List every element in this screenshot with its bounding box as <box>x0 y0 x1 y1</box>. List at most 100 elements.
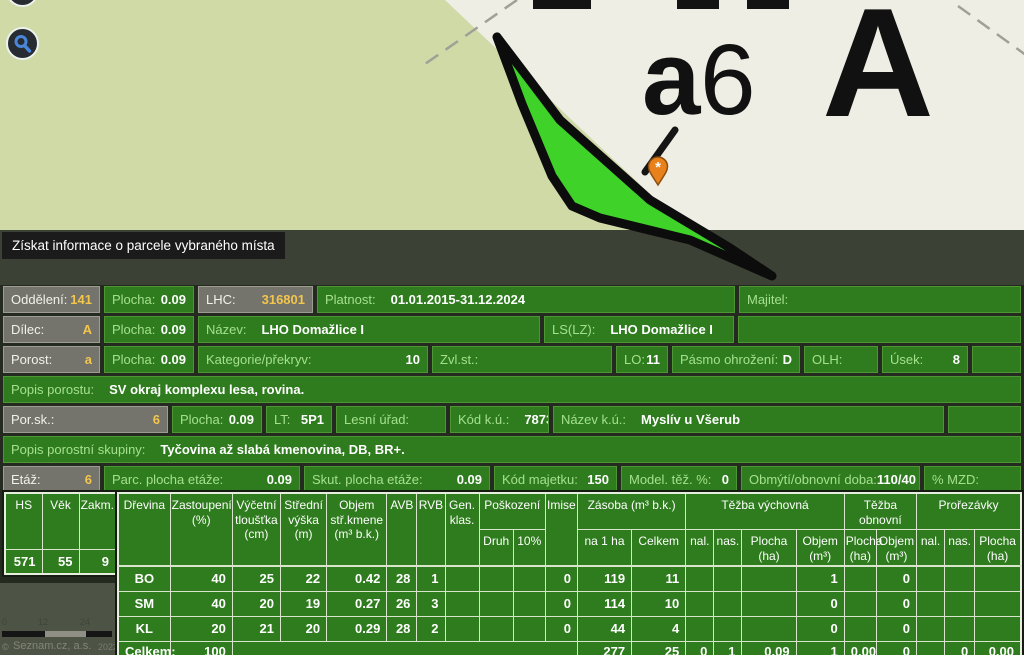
scale-bar-segment <box>45 631 86 637</box>
field-value: 150 <box>587 472 609 487</box>
field-value: 8 <box>953 352 960 367</box>
field-value: 01.01.2015-31.12.2024 <box>391 292 525 307</box>
header-line: nas. <box>715 534 740 549</box>
table-cell: 0 <box>876 591 916 616</box>
table-cell <box>742 591 796 616</box>
field-value: 6 <box>153 412 160 427</box>
field-value: 0 <box>722 472 729 487</box>
header-line: (ha) <box>743 549 794 564</box>
info-cell <box>972 346 1021 373</box>
table-cell <box>714 591 742 616</box>
header-line: nas. <box>946 534 973 549</box>
info-row: Porost:aPlocha:0.09Kategorie/překryv:10Z… <box>3 346 1021 373</box>
info-cell: Platnost: 01.01.2015-31.12.2024 <box>317 286 735 313</box>
table-cell <box>917 566 945 591</box>
info-cell: Obmýtí/obnovní doba:110/40 <box>741 466 920 493</box>
field-value: 5P1 <box>301 412 324 427</box>
info-cell <box>738 316 1021 343</box>
table-cell <box>975 591 1021 616</box>
table-cell: 26 <box>387 591 417 616</box>
column-header: AVB <box>387 493 417 566</box>
table-cell: 0.09 <box>742 641 796 655</box>
header-line: na 1 ha <box>579 534 630 549</box>
column-header: Zastoupení(%) <box>170 493 232 566</box>
info-cell: Plocha:0.09 <box>104 316 194 343</box>
table-row: SM4020190.2726301141000 <box>118 591 1021 616</box>
table-cell <box>844 566 876 591</box>
field-label: Plocha: <box>112 322 155 337</box>
search-icon <box>12 33 34 55</box>
table-cell: 0 <box>545 566 577 591</box>
map-tooltip: Získat informace o parcele vybraného mís… <box>2 232 285 259</box>
field-label: % MZD: <box>932 472 979 487</box>
table-cell: 0 <box>876 641 916 655</box>
table-cell: 1 <box>417 566 445 591</box>
info-cell: Por.sk.: 6 <box>3 406 168 433</box>
info-cell: Majitel: <box>739 286 1021 313</box>
column-header: HS <box>5 493 42 549</box>
field-label: Pásmo ohrožení: <box>680 352 778 367</box>
column-header: Objemstř.kmene(m³ b.k.) <box>327 493 387 566</box>
header-line: klas. <box>447 513 478 528</box>
header-line: nal. <box>918 534 943 549</box>
column-header: Celkem <box>632 530 686 567</box>
info-cell: Lesní úřad: <box>336 406 446 433</box>
field-label: Skut. plocha etáže: <box>312 472 423 487</box>
header-line: (m³) <box>798 549 843 564</box>
header-line: RVB <box>418 498 443 513</box>
field-label: Platnost: <box>325 292 376 307</box>
table-cell: 0.29 <box>327 616 387 641</box>
field-label: Obmýtí/obnovní doba: <box>749 472 877 487</box>
table-cell: 40 <box>170 566 232 591</box>
header-line: Zastoupení <box>172 498 231 513</box>
field-label: Porost: <box>11 352 52 367</box>
field-label: Por.sk.: <box>11 412 54 427</box>
column-header: Imise <box>545 493 577 566</box>
column-header: nas. <box>714 530 742 567</box>
table-cell: 55 <box>42 549 79 574</box>
table-cell <box>232 641 577 655</box>
header-line: Výčetní <box>234 498 279 513</box>
info-row: Popis porostu:SV okraj komplexu lesa, ro… <box>3 376 1021 403</box>
header-line: (m) <box>282 527 325 542</box>
header-line: (m³ b.k.) <box>328 527 385 542</box>
info-cell: Porost: a <box>3 346 100 373</box>
field-value: 10 <box>406 352 420 367</box>
field-label: Parc. plocha etáže: <box>112 472 223 487</box>
header-line: Druh <box>481 534 512 549</box>
header-line: Objem <box>878 534 915 549</box>
info-row: Etáž:6Parc. plocha etáže:0.09Skut. ploch… <box>3 466 1021 493</box>
map-canvas[interactable] <box>0 0 1024 230</box>
column-group-header: Poškození <box>479 493 545 530</box>
parcel-info-panel: Oddělení:141Plocha:0.09LHC:316801Platnos… <box>0 286 1024 496</box>
table-cell: 0 <box>796 616 844 641</box>
table-cell <box>945 566 975 591</box>
table-cell: 4 <box>632 616 686 641</box>
column-header: Výčetnítloušťka(cm) <box>232 493 280 566</box>
header-line: Plocha <box>976 534 1019 549</box>
species-cell: SM <box>118 591 170 616</box>
table-cell <box>975 616 1021 641</box>
table-cell: 277 <box>577 641 631 655</box>
field-label: OLH: <box>812 352 842 367</box>
field-label: Oddělení: <box>11 292 67 307</box>
hs-summary-table: HSVěkZakm.571559 <box>4 492 117 575</box>
field-value: 6 <box>85 472 92 487</box>
header-line: výška <box>282 513 325 528</box>
table-cell <box>844 616 876 641</box>
info-cell: Kód k.ú.:787353 <box>450 406 549 433</box>
table-cell <box>844 591 876 616</box>
search-button[interactable] <box>6 27 39 60</box>
info-row: Oddělení:141Plocha:0.09LHC:316801Platnos… <box>3 286 1021 313</box>
info-cell: % MZD: <box>924 466 1021 493</box>
info-row: Popis porostní skupiny:Tyčovina až slabá… <box>3 436 1021 463</box>
field-value: 0.09 <box>161 292 186 307</box>
map-landcover-region <box>0 0 1024 230</box>
field-value: Tyčovina až slabá kmenovina, DB, BR+. <box>160 442 404 457</box>
column-header: Plocha(ha) <box>844 530 876 567</box>
field-value: a <box>85 352 92 367</box>
table-cell: 1 <box>796 641 844 655</box>
table-cell <box>686 616 714 641</box>
column-header: Gen.klas. <box>445 493 479 566</box>
table-cell <box>513 566 545 591</box>
